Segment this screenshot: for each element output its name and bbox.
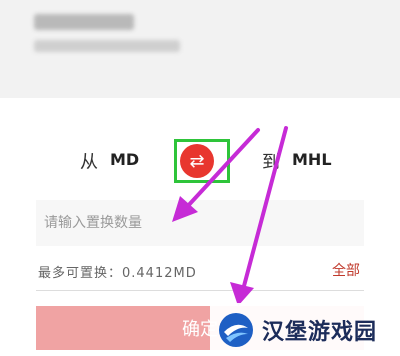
amount-input-box bbox=[36, 200, 364, 246]
blurred-subtitle bbox=[34, 40, 180, 52]
from-currency[interactable]: MD bbox=[110, 150, 139, 169]
divider bbox=[36, 290, 364, 291]
logo-icon bbox=[218, 312, 254, 348]
all-button[interactable]: 全部 bbox=[332, 260, 360, 280]
blurred-header bbox=[0, 0, 400, 98]
to-currency[interactable]: MHL bbox=[292, 150, 332, 169]
max-amount-text: 最多可置换：0.4412MD bbox=[38, 266, 197, 281]
swap-row: 从 MD ⇄ 到 MHL bbox=[0, 138, 400, 186]
to-label: 到 bbox=[262, 152, 280, 173]
from-label: 从 bbox=[80, 152, 98, 173]
blurred-title bbox=[34, 14, 134, 30]
watermark-text: 汉堡游戏园 bbox=[262, 319, 378, 345]
amount-input[interactable] bbox=[36, 200, 364, 246]
watermark-logo: 汉堡游戏园 bbox=[210, 303, 400, 356]
swap-button[interactable]: ⇄ bbox=[180, 144, 214, 178]
swap-icon: ⇄ bbox=[189, 150, 205, 172]
